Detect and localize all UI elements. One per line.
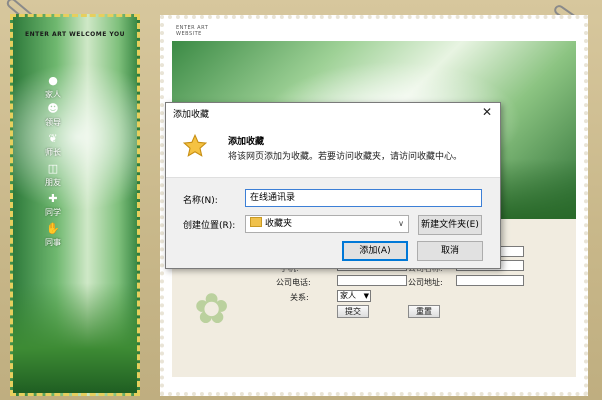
location-value: 收藏夹 xyxy=(265,219,293,229)
nav-label: 朋友 xyxy=(45,178,61,187)
star-icon xyxy=(182,133,208,157)
site-title-line2: WEBSITE xyxy=(176,31,202,37)
flower-decoration: ✿ xyxy=(194,284,230,333)
submit-button[interactable]: 提交 xyxy=(337,305,369,318)
nav-label: 领导 xyxy=(45,118,61,127)
nav-label: 家人 xyxy=(45,90,61,99)
hand-icon: ✋ xyxy=(46,222,60,235)
dialog-title: 添加收藏 xyxy=(173,110,210,120)
reset-button[interactable]: 重置 xyxy=(408,305,440,318)
panel-grass xyxy=(13,283,137,393)
chevron-down-icon: ∨ xyxy=(398,219,404,228)
name-label: 名称(N): xyxy=(183,196,218,206)
chevron-down-icon: ▼ xyxy=(363,292,369,300)
nav-item-friend[interactable]: ◫ 朋友 xyxy=(35,163,71,188)
nav-item-classmate[interactable]: ✚ 同学 xyxy=(35,193,71,218)
close-icon[interactable]: ✕ xyxy=(482,105,492,119)
leaf-icon: ❦ xyxy=(48,132,58,145)
nav-item-leader[interactable]: ☻ 领导 xyxy=(35,103,71,128)
dialog-description: 将该网页添加为收藏。若要访问收藏夹，请访问收藏中心。 xyxy=(228,152,463,162)
left-nav-panel: ENTER ART WELCOME YOU ● 家人 ☻ 领导 ❦ 师长 ◫ 朋… xyxy=(10,14,140,396)
nav-item-colleague[interactable]: ✋ 同事 xyxy=(35,223,71,248)
dialog-header: 添加收藏 将该网页添加为收藏。若要访问收藏夹，请访问收藏中心。 xyxy=(166,123,500,178)
name-input[interactable]: 在线通讯录 xyxy=(245,189,482,207)
person-icon: ☻ xyxy=(47,102,59,115)
company-phone-label: 公司电话: xyxy=(276,278,311,287)
welcome-title: ENTER ART WELCOME YOU xyxy=(24,31,125,38)
folder-star-icon xyxy=(250,217,262,227)
location-label: 创建位置(R): xyxy=(183,221,236,231)
nav-label: 师长 xyxy=(45,148,61,157)
relation-value: 家人 xyxy=(340,291,356,300)
work-address-input[interactable] xyxy=(456,275,524,286)
add-button[interactable]: 添加(A) xyxy=(342,241,408,261)
dialog-heading: 添加收藏 xyxy=(228,137,265,147)
panel-swirl xyxy=(13,57,137,217)
relation-label: 关系: xyxy=(290,293,309,302)
nav-item-teacher[interactable]: ❦ 师长 xyxy=(35,133,71,158)
site-logo-title: ENTER ART WEBSITE xyxy=(176,25,208,37)
nav-label: 同事 xyxy=(45,238,61,247)
add-favorite-dialog: 添加收藏 ✕ 添加收藏 将该网页添加为收藏。若要访问收藏夹，请访问收藏中心。 名… xyxy=(165,102,501,269)
nav-label: 同学 xyxy=(45,208,61,217)
company-phone-input[interactable] xyxy=(337,275,407,286)
work-address-label: 公司地址: xyxy=(408,278,443,287)
cancel-button[interactable]: 取消 xyxy=(417,241,483,261)
relation-select[interactable]: 家人 ▼ xyxy=(337,290,371,302)
cart-icon: ◫ xyxy=(47,162,59,175)
camera-icon: ● xyxy=(48,74,58,87)
location-select[interactable]: 收藏夹 ∨ xyxy=(245,215,409,233)
new-folder-button[interactable]: 新建文件夹(E) xyxy=(418,215,482,235)
dialog-titlebar: 添加收藏 ✕ xyxy=(166,103,500,123)
nav-item-family[interactable]: ● 家人 xyxy=(35,75,71,100)
plus-icon: ✚ xyxy=(48,192,58,205)
